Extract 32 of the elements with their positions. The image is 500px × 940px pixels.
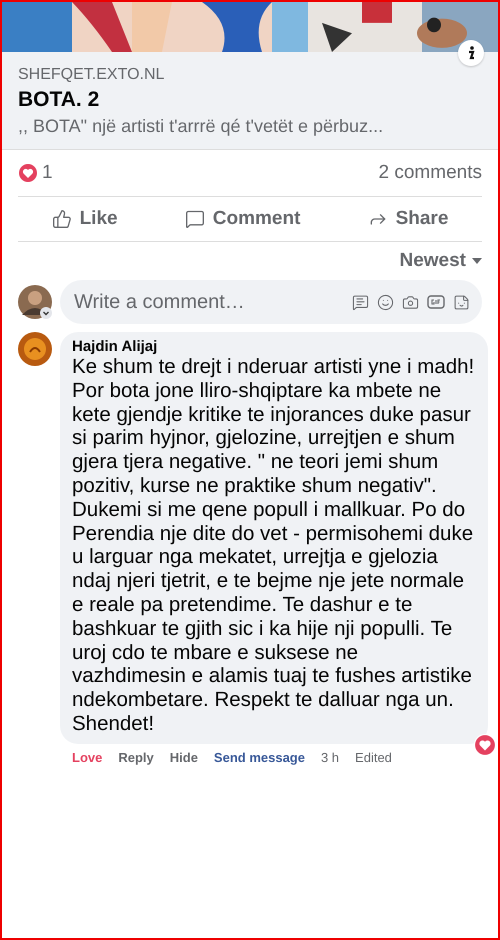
- reaction-count[interactable]: 1: [42, 162, 53, 184]
- speech-bubble-icon: [184, 209, 205, 229]
- like-button[interactable]: Like: [42, 202, 128, 236]
- comment-meta: 3 h: [320, 750, 340, 765]
- info-icon: [467, 46, 475, 60]
- avatar-sticker-icon[interactable]: [352, 294, 369, 310]
- love-reaction-icon: [18, 163, 38, 183]
- emoji-icon[interactable]: [377, 294, 394, 310]
- comment-action-link[interactable]: Love: [72, 750, 102, 765]
- comment-author[interactable]: Hajdin Alijaj: [72, 338, 476, 355]
- comment-action-link[interactable]: Reply: [118, 750, 154, 765]
- link-domain: SHEFQET.EXTO.NL: [18, 66, 166, 84]
- thumbs-up-icon: [52, 209, 72, 229]
- link-title[interactable]: BOTA. 2: [18, 88, 482, 112]
- sticker-icon[interactable]: [453, 294, 470, 310]
- link-description: ,, BOTA" një artisti t'arrrë qé t'vetët e përbuz...: [18, 116, 384, 137]
- sort-dropdown[interactable]: Newest: [399, 244, 482, 278]
- comment-action-link[interactable]: Send message: [214, 750, 305, 765]
- commenter-avatar: [18, 332, 52, 366]
- info-button[interactable]: [458, 40, 484, 66]
- comment-button[interactable]: Comment: [174, 202, 310, 236]
- comment-text: Ke shum te drejt i nderuar artisti yne i madh! Por bota jone lliro-shqiptare ka mbete ne kete gjendje kritike te injorances duke pasur si parim hyjnor, gjelozine, urrejtjen e shum gjera tjera negative. " ne teori jemi shum pozitiv, kurse ne praktike shum negativ". Dukemi si me qene popull i mallkuar. Po do Perendia nje dite do vet - permisohemi duke u larguar nga mekatet, urrejtja e gjelozia ndaj njeri tjetrit, e te bejme nje jete normale e reale pa pretendime. Te dashur e te bashkuar te gjith sic i ka hije nji populli. Te uroj cdo te mbare e suksese ne vazhdimesin e alamis tuaj te fushes artistike ndekombetare. Respekt te dalluar nga un. Shendet!: [72, 355, 476, 736]
- camera-icon[interactable]: [402, 294, 419, 310]
- comment-field[interactable]: Write a comment…: [60, 280, 482, 324]
- comment-meta: Edited: [355, 750, 392, 765]
- share-button[interactable]: Share: [358, 202, 458, 236]
- comment-count[interactable]: 2 comments: [378, 162, 482, 184]
- user-avatar: [18, 285, 52, 319]
- comment-action-link[interactable]: Hide: [170, 750, 198, 765]
- caret-icon: [472, 258, 482, 264]
- comment-input[interactable]: Write a comment…: [72, 290, 344, 314]
- gif-icon[interactable]: [427, 293, 445, 311]
